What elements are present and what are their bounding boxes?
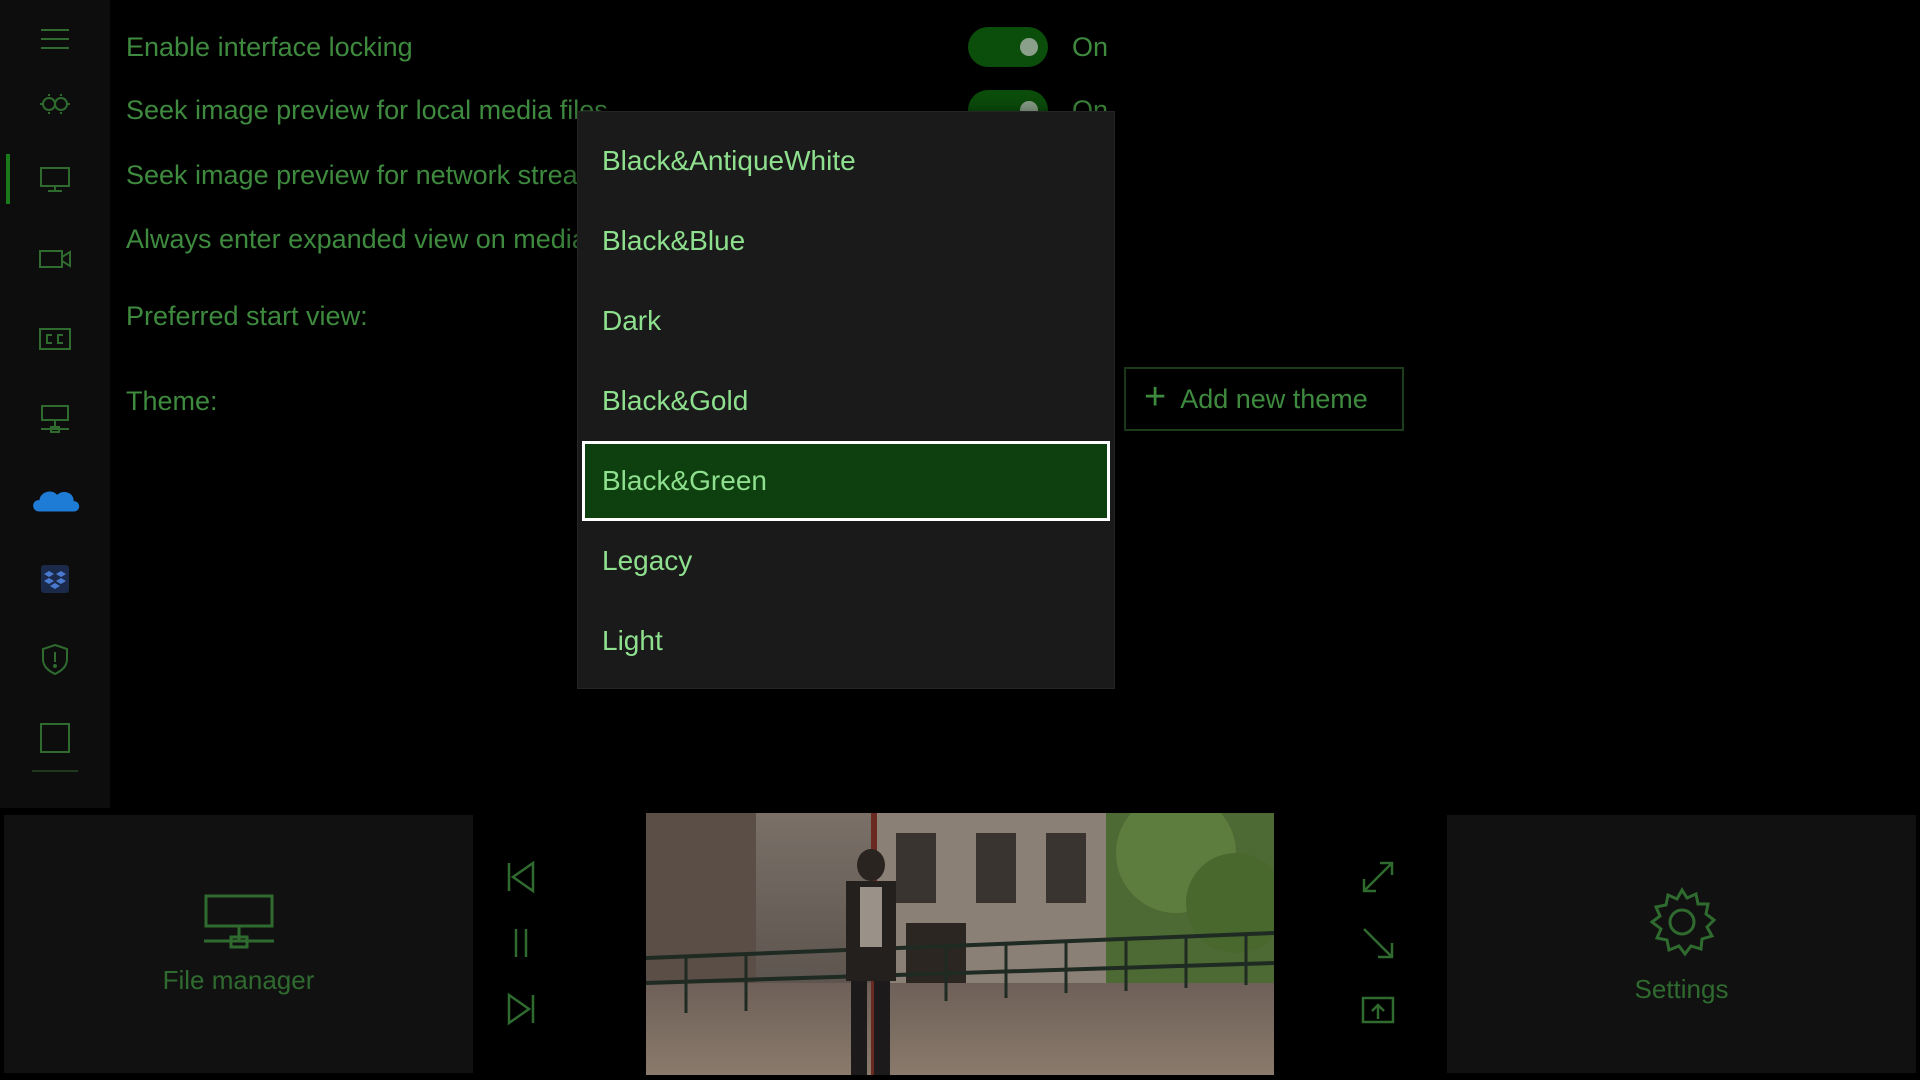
sidebar-item-network[interactable] [0, 387, 110, 451]
sidebar-item-privacy[interactable] [0, 627, 110, 691]
theme-option[interactable]: Black&Blue [582, 203, 1110, 279]
interface-locking-toggle[interactable] [968, 27, 1048, 67]
general-icon [40, 94, 70, 114]
sidebar-item-onedrive[interactable] [0, 467, 110, 531]
add-theme-button[interactable]: + Add new theme [1124, 367, 1404, 431]
sidebar [0, 0, 110, 808]
sidebar-divider [32, 770, 78, 772]
plus-icon: + [1144, 376, 1167, 418]
skip-previous-icon [507, 860, 535, 894]
toggle-knob [1020, 38, 1038, 56]
seek-local-label: Seek image preview for local media files [126, 95, 608, 125]
seek-network-label: Seek image preview for network streams [126, 160, 614, 190]
sidebar-item-dropbox[interactable] [0, 547, 110, 611]
display-icon [40, 167, 70, 192]
theme-option-selected[interactable]: Black&Green [582, 441, 1110, 521]
arrow-down-right-icon [1363, 928, 1394, 959]
video-icon [39, 250, 71, 268]
settings-label: Settings [1634, 973, 1729, 1004]
expand-button[interactable] [1348, 847, 1408, 907]
start-view-label: Preferred start view: [126, 301, 368, 331]
sidebar-item-display[interactable] [0, 147, 110, 211]
file-manager-label: File manager [162, 964, 315, 995]
minimize-button[interactable] [1348, 913, 1408, 973]
theme-label: Theme: [126, 386, 218, 416]
screen-icon [40, 723, 70, 753]
theme-option[interactable]: Black&AntiqueWhite [582, 123, 1110, 199]
file-manager-icon [203, 894, 274, 948]
theme-option[interactable]: Dark [582, 283, 1110, 359]
theme-option[interactable]: Light [582, 603, 1110, 679]
onedrive-icon [33, 491, 80, 512]
sidebar-item-screen[interactable] [0, 706, 110, 770]
theme-option[interactable]: Legacy [582, 523, 1110, 599]
shield-icon [42, 643, 68, 676]
cast-up-icon [1361, 996, 1395, 1024]
theme-option[interactable]: Black&Gold [582, 363, 1110, 439]
gear-icon [1649, 886, 1716, 956]
captions-icon [39, 328, 71, 350]
add-theme-label: Add new theme [1180, 383, 1368, 414]
cast-button[interactable] [1348, 979, 1408, 1039]
skip-next-icon [507, 992, 535, 1026]
settings-tile[interactable]: Settings [1447, 815, 1916, 1073]
expand-icon [1362, 861, 1394, 893]
theme-dropdown: Black&AntiqueWhite Black&Blue Dark Black… [577, 111, 1115, 689]
next-button[interactable] [491, 979, 551, 1039]
menu-icon [41, 29, 69, 49]
dropbox-icon [41, 565, 69, 593]
previous-button[interactable] [491, 847, 551, 907]
sidebar-item-menu[interactable] [0, 7, 110, 71]
pause-icon [514, 929, 528, 957]
interface-locking-state: On [1072, 32, 1109, 62]
video-frame-image [646, 813, 1274, 1075]
pause-button[interactable] [491, 913, 551, 973]
video-preview[interactable] [646, 813, 1274, 1075]
network-icon [41, 405, 69, 433]
interface-locking-label: Enable interface locking [126, 32, 413, 62]
file-manager-tile[interactable]: File manager [4, 815, 473, 1073]
sidebar-item-video[interactable] [0, 227, 110, 291]
sidebar-item-general[interactable] [0, 72, 110, 136]
sidebar-item-captions[interactable] [0, 307, 110, 371]
